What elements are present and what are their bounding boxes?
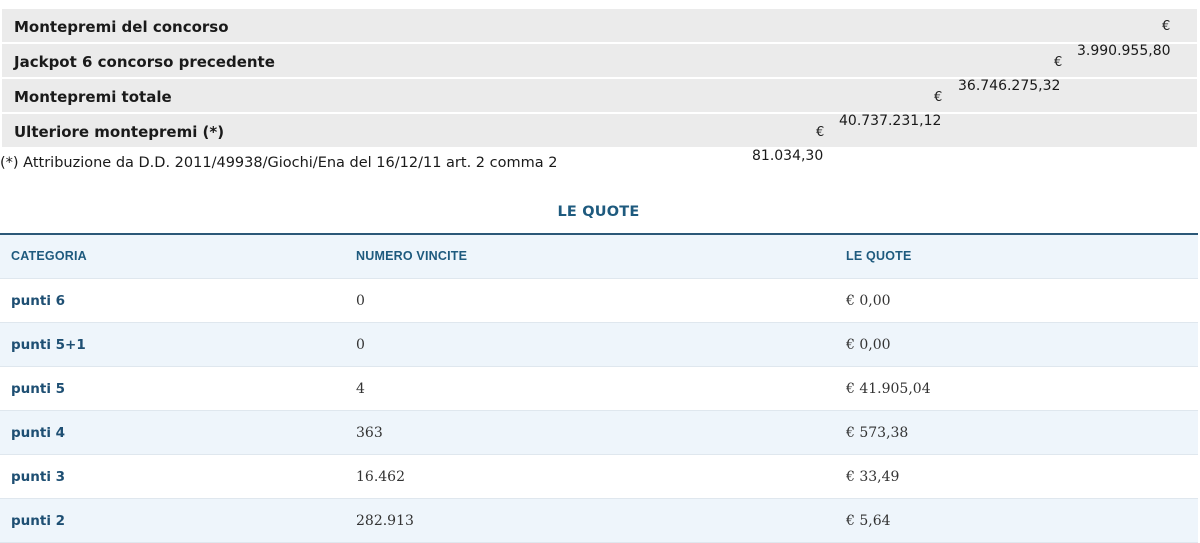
summary-row-montepremi-concorso: Montepremi del concorso € — [2, 9, 1197, 42]
currency-symbol: € — [934, 90, 943, 105]
header-numero-vincite: NUMERO VINCITE — [356, 249, 468, 263]
table-row: punti 3 16.462 € 33,49 — [0, 455, 1198, 499]
category-cell: punti 4 — [11, 425, 66, 441]
summary-row-ulteriore-montepremi: Ulteriore montepremi (*) € — [2, 114, 1197, 147]
table-row: punti 6 0 € 0,00 — [0, 279, 1198, 323]
table-row: punti 5+1 0 € 0,00 — [0, 323, 1198, 367]
quota-cell: € 0,00 — [846, 337, 891, 353]
footnote: (*) Attribuzione da D.D. 2011/49938/Gioc… — [0, 155, 558, 171]
category-cell: punti 2 — [11, 513, 66, 529]
wins-cell: 4 — [356, 381, 365, 397]
table-row: punti 4 363 € 573,38 — [0, 411, 1198, 455]
currency-symbol: € — [1162, 19, 1171, 34]
summary-label: Jackpot 6 concorso precedente — [14, 53, 275, 71]
amount-ulteriore-montepremi: 40.737.231,12 — [839, 113, 942, 129]
amount-jackpot-precedente: 3.990.955,80 — [1077, 43, 1171, 59]
category-cell: punti 5 — [11, 381, 66, 397]
quote-table: CATEGORIA NUMERO VINCITE LE QUOTE punti … — [0, 233, 1198, 543]
amount-note: 81.034,30 — [752, 148, 824, 164]
summary-label: Ulteriore montepremi (*) — [14, 123, 225, 141]
wins-cell: 0 — [356, 293, 365, 309]
category-cell: punti 3 — [11, 469, 66, 485]
wins-cell: 16.462 — [356, 469, 405, 485]
header-le-quote: LE QUOTE — [846, 249, 912, 263]
category-cell: punti 5+1 — [11, 337, 86, 353]
currency-symbol: € — [1054, 55, 1063, 70]
quota-cell: € 573,38 — [846, 425, 909, 441]
wins-cell: 0 — [356, 337, 365, 353]
quota-cell: € 0,00 — [846, 293, 891, 309]
amount-montepremi-totale: 36.746.275,32 — [958, 78, 1061, 94]
quota-cell: € 41.905,04 — [846, 381, 931, 397]
quota-cell: € 5,64 — [846, 513, 891, 529]
table-header-row: CATEGORIA NUMERO VINCITE LE QUOTE — [0, 235, 1198, 279]
wins-cell: 282.913 — [356, 513, 414, 529]
table-row: punti 5 4 € 41.905,04 — [0, 367, 1198, 411]
summary-label: Montepremi totale — [14, 88, 172, 106]
header-categoria: CATEGORIA — [11, 249, 87, 263]
quota-cell: € 33,49 — [846, 469, 900, 485]
summary-row-jackpot-precedente: Jackpot 6 concorso precedente € — [2, 44, 1197, 77]
wins-cell: 363 — [356, 425, 383, 441]
category-cell: punti 6 — [11, 293, 66, 309]
section-title: LE QUOTE — [557, 204, 640, 220]
table-row: punti 2 282.913 € 5,64 — [0, 499, 1198, 543]
currency-symbol: € — [816, 125, 825, 140]
summary-label: Montepremi del concorso — [14, 18, 229, 36]
